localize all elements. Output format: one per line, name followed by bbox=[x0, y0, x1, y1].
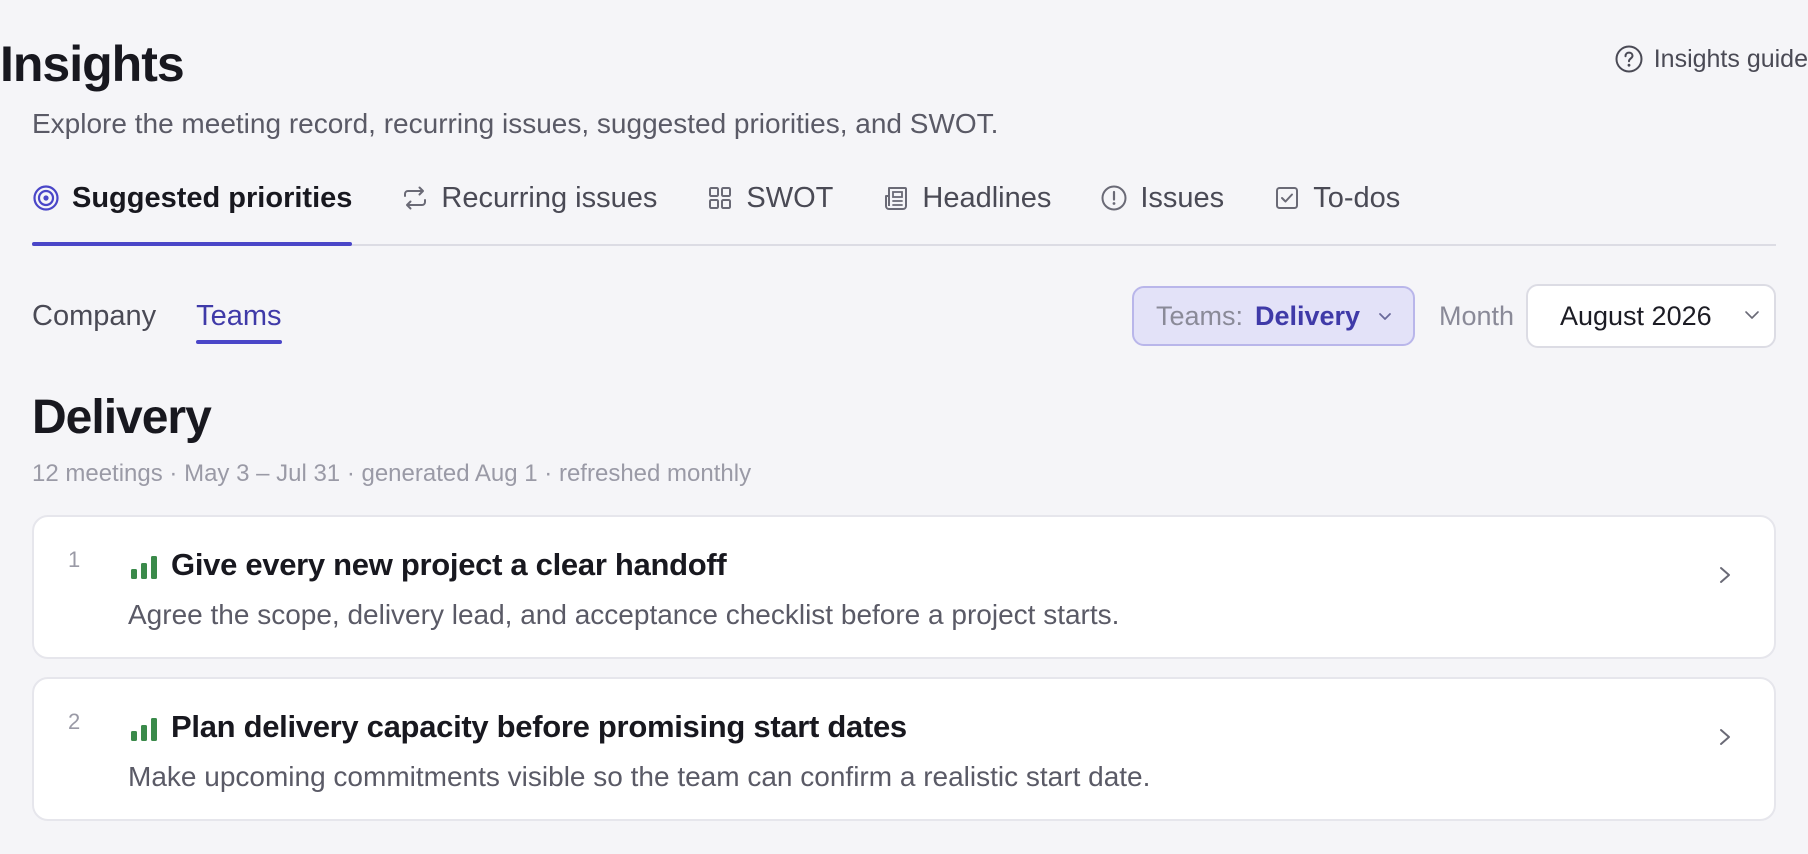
month-select-value: August 2026 bbox=[1560, 300, 1712, 331]
tab-suggested-priorities[interactable]: Suggested priorities bbox=[32, 168, 353, 246]
tab-todos[interactable]: To-dos bbox=[1273, 168, 1400, 228]
priority-description: Agree the scope, delivery lead, and acce… bbox=[128, 599, 1120, 630]
priority-title: Plan delivery capacity before promising … bbox=[171, 709, 907, 744]
insights-guide-label: Insights guide bbox=[1653, 44, 1808, 73]
priority-list: 1 Give every new project a clear handoff… bbox=[32, 515, 1776, 839]
tab-headlines[interactable]: Headlines bbox=[882, 168, 1051, 228]
section-title: Delivery bbox=[32, 391, 212, 444]
team-filter-prefix: Teams: bbox=[1155, 300, 1243, 331]
target-icon bbox=[32, 184, 60, 212]
newspaper-icon bbox=[882, 184, 910, 212]
insights-page: Insights Insights guide Explore the meet… bbox=[0, 0, 1808, 854]
priority-card[interactable]: 2 Plan delivery capacity before promisin… bbox=[32, 677, 1776, 821]
insights-tabs: Suggested priorities Recurring issues SW… bbox=[32, 168, 1776, 246]
tab-issues[interactable]: Issues bbox=[1100, 168, 1224, 228]
month-label: Month bbox=[1438, 300, 1514, 331]
subtab-company[interactable]: Company bbox=[32, 290, 156, 342]
insights-guide-link[interactable]: Insights guide bbox=[1614, 44, 1808, 74]
tab-label: Issues bbox=[1140, 181, 1225, 214]
tab-label: To-dos bbox=[1313, 181, 1401, 214]
chevron-right-icon bbox=[1714, 725, 1736, 754]
priority-description: Make upcoming commitments visible so the… bbox=[128, 761, 1151, 792]
alert-circle-icon bbox=[1100, 184, 1128, 212]
chevron-down-icon bbox=[1372, 301, 1394, 332]
tab-label: Recurring issues bbox=[441, 181, 658, 214]
chevron-right-icon bbox=[1714, 563, 1736, 592]
tab-swot[interactable]: SWOT bbox=[706, 168, 833, 228]
priority-number: 2 bbox=[68, 709, 81, 734]
month-select[interactable]: August 2026 bbox=[1526, 284, 1776, 348]
tab-label: SWOT bbox=[746, 181, 834, 214]
repeat-icon bbox=[401, 184, 429, 212]
team-filter-dropdown[interactable]: Teams: Delivery bbox=[1131, 286, 1415, 346]
signal-bars-icon bbox=[130, 555, 158, 584]
help-circle-icon bbox=[1614, 44, 1644, 74]
subtab-teams[interactable]: Teams bbox=[196, 290, 282, 344]
section-meta: 12 meetings · May 3 – Jul 31 · generated… bbox=[32, 460, 752, 487]
grid-icon bbox=[706, 184, 734, 212]
priority-title: Give every new project a clear handoff bbox=[171, 547, 727, 582]
signal-bars-icon bbox=[130, 717, 158, 746]
tab-label: Suggested priorities bbox=[72, 181, 353, 214]
tab-recurring-issues[interactable]: Recurring issues bbox=[401, 168, 657, 228]
tab-label: Headlines bbox=[922, 181, 1052, 214]
team-filter-value: Delivery bbox=[1254, 300, 1361, 331]
priority-card[interactable]: 1 Give every new project a clear handoff… bbox=[32, 515, 1776, 659]
page-subtitle: Explore the meeting record, recurring is… bbox=[32, 108, 999, 139]
filters: Teams: Delivery Month August 2026 bbox=[1131, 284, 1776, 348]
priority-number: 1 bbox=[68, 547, 81, 572]
scope-subtabs: Company Teams bbox=[32, 290, 282, 344]
checkbox-icon bbox=[1273, 184, 1301, 212]
page-title: Insights bbox=[0, 36, 185, 92]
chevron-down-icon bbox=[1742, 301, 1762, 332]
